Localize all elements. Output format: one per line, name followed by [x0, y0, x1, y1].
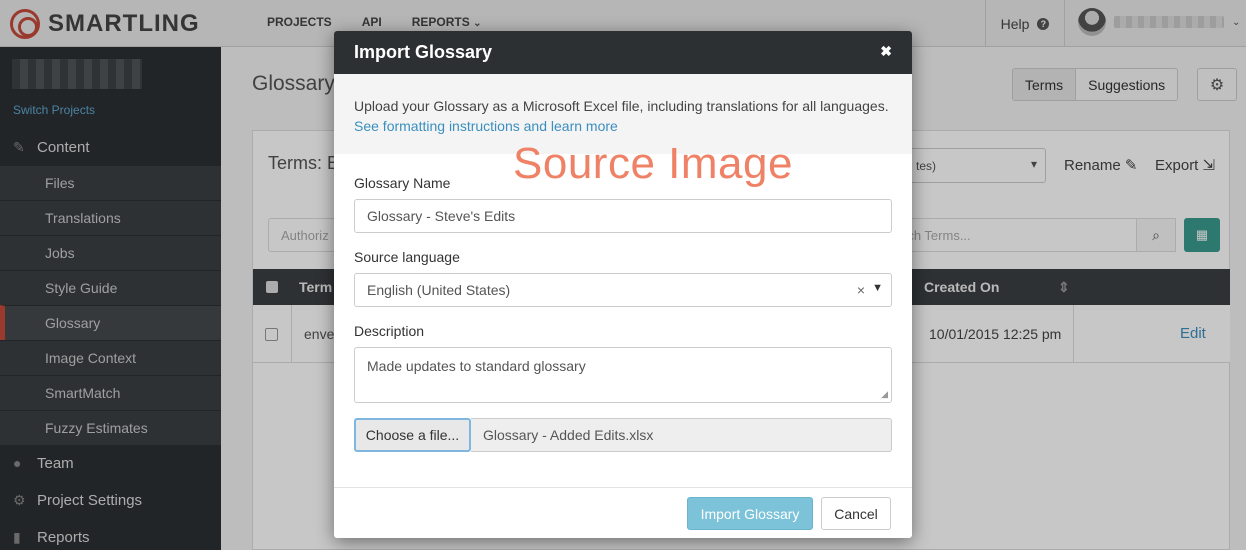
caret-down-icon[interactable]: ▼ [872, 282, 883, 294]
formatting-instructions-link[interactable]: See formatting instructions and learn mo… [354, 118, 618, 134]
cancel-button[interactable]: Cancel [821, 497, 891, 530]
watermark-text: Source Image [513, 139, 793, 188]
import-glossary-modal: Import Glossary ✖ Upload your Glossary a… [334, 31, 912, 538]
description-field[interactable]: Made updates to standard glossary ◢ [354, 347, 892, 403]
modal-header: Import Glossary ✖ [334, 31, 912, 74]
intro-text: Upload your Glossary as a Microsoft Exce… [354, 98, 889, 114]
modal-title: Import Glossary [354, 42, 493, 62]
description-value: Made updates to standard glossary [367, 358, 586, 374]
source-language-value: English (United States) [367, 282, 511, 298]
file-picker: Choose a file... Glossary - Added Edits.… [354, 418, 892, 452]
clear-icon[interactable]: × [857, 282, 865, 298]
source-language-select[interactable]: English (United States) × ▼ [354, 273, 892, 307]
description-label: Description [354, 323, 425, 339]
resize-handle-icon[interactable]: ◢ [881, 389, 888, 400]
close-icon[interactable]: ✖ [880, 43, 892, 60]
glossary-name-field[interactable]: Glossary - Steve's Edits [354, 199, 892, 233]
import-glossary-button[interactable]: Import Glossary [687, 497, 813, 530]
glossary-name-label: Glossary Name [354, 175, 451, 191]
choose-file-button[interactable]: Choose a file... [354, 418, 471, 452]
selected-file-name: Glossary - Added Edits.xlsx [471, 418, 892, 452]
modal-footer: Import Glossary Cancel [334, 487, 912, 538]
source-language-label: Source language [354, 249, 460, 265]
